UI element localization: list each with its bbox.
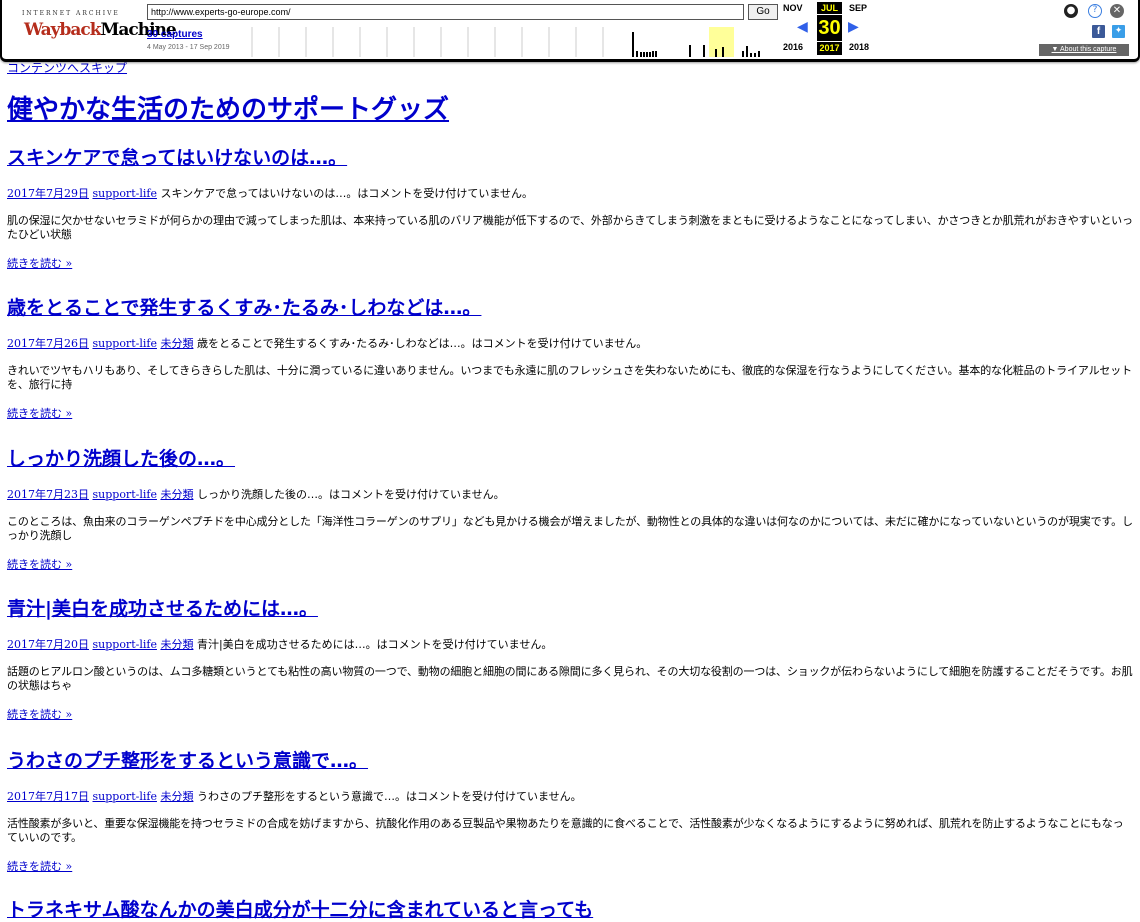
go-button[interactable]: Go xyxy=(748,4,778,20)
read-more-link[interactable]: 続きを読む » xyxy=(7,255,72,271)
read-more-link[interactable]: 続きを読む » xyxy=(7,706,72,722)
post-comment-note: 歳をとることで発生するくすみ･たるみ･しわなどは…。はコメントを受け付けていませ… xyxy=(196,337,648,350)
captures-range: 4 May 2013 - 17 Sep 2019 xyxy=(147,44,230,51)
post-comment-note: しっかり洗顔した後の…。はコメントを受け付けていません。 xyxy=(196,488,505,501)
next-capture-arrow-icon[interactable]: ▶ xyxy=(848,20,859,34)
post-category-link[interactable]: 未分類 xyxy=(160,337,193,350)
post-excerpt: このところは、魚由来のコラーゲンペプチドを中心成分とした「海洋性コラーゲンのサプ… xyxy=(7,515,1133,542)
sparkline-bars xyxy=(632,32,760,57)
post-author-link[interactable]: support-life xyxy=(93,638,157,651)
read-more-link[interactable]: 続きを読む » xyxy=(7,858,72,874)
post-date-link[interactable]: 2017年7月17日 xyxy=(7,790,89,803)
post-meta: 2017年7月26日 support-life 未分類 歳をとることで発生するく… xyxy=(7,336,1133,351)
post-author-link[interactable]: support-life xyxy=(93,790,157,803)
prev-capture-arrow-icon[interactable]: ◀ xyxy=(797,20,808,34)
post-date-link[interactable]: 2017年7月26日 xyxy=(7,337,89,350)
post-date-link[interactable]: 2017年7月20日 xyxy=(7,638,89,651)
post-meta: 2017年7月29日 support-life スキンケアで怠ってはいけないのは… xyxy=(7,186,1133,201)
facebook-icon[interactable]: f xyxy=(1092,25,1105,38)
close-icon[interactable]: ✕ xyxy=(1110,4,1124,18)
sparkline-highlight xyxy=(709,27,734,57)
sparkline-year-gridlines xyxy=(251,27,604,57)
wayback-logo-part1: Wayback xyxy=(24,20,102,40)
twitter-icon[interactable]: ✦ xyxy=(1112,25,1125,38)
post-meta: 2017年7月20日 support-life 未分類 青汁|美白を成功させるた… xyxy=(7,637,1133,652)
read-more-link[interactable]: 続きを読む » xyxy=(7,405,72,421)
post: しっかり洗顔した後の…。 2017年7月23日 support-life 未分類… xyxy=(7,447,1133,572)
url-input[interactable] xyxy=(147,4,744,20)
post: 歳をとることで発生するくすみ･たるみ･しわなどは…。 2017年7月26日 su… xyxy=(7,296,1133,421)
post-date-link[interactable]: 2017年7月29日 xyxy=(7,187,89,200)
post-category-link[interactable]: 未分類 xyxy=(160,790,193,803)
post: うわさのプチ整形をするという意識で…。 2017年7月17日 support-l… xyxy=(7,749,1133,874)
post-category-link[interactable]: 未分類 xyxy=(160,638,193,651)
site-title[interactable]: 健やかな生活のためのサポートグッズ xyxy=(7,89,449,126)
post-title[interactable]: 青汁|美白を成功させるためには…。 xyxy=(7,597,1133,621)
user-icon[interactable]: ● xyxy=(1064,4,1078,18)
internet-archive-label: INTERNET ARCHIVE xyxy=(22,10,120,17)
captures-link[interactable]: 30 captures xyxy=(147,29,203,40)
post-comment-note: スキンケアで怠ってはいけないのは…。はコメントを受け付けていません。 xyxy=(160,187,534,200)
post-date-link[interactable]: 2017年7月23日 xyxy=(7,488,89,501)
post: トラネキサム酸なんかの美白成分が十二分に含まれていると言っても xyxy=(7,898,1133,922)
post-meta: 2017年7月17日 support-life 未分類 うわさのプチ整形をすると… xyxy=(7,789,1133,804)
post: スキンケアで怠ってはいけないのは…。 2017年7月29日 support-li… xyxy=(7,146,1133,271)
post-author-link[interactable]: support-life xyxy=(93,187,157,200)
day-current: 30 xyxy=(817,15,842,41)
post-category-link[interactable]: 未分類 xyxy=(160,488,193,501)
post-excerpt: きれいでツヤもハリもあり、そしてきらきらした肌は、十分に潤っているに違いありませ… xyxy=(7,364,1132,391)
year-next[interactable]: 2018 xyxy=(849,42,869,52)
about-capture-link[interactable]: ▼ About this capture xyxy=(1039,44,1129,56)
month-next[interactable]: SEP xyxy=(849,3,867,13)
year-prev[interactable]: 2016 xyxy=(783,42,803,52)
post-meta: 2017年7月23日 support-life 未分類 しっかり洗顔した後の…。… xyxy=(7,487,1133,502)
post-comment-note: うわさのプチ整形をするという意識で…。はコメントを受け付けていません。 xyxy=(196,790,582,803)
read-more-link[interactable]: 続きを読む » xyxy=(7,556,72,572)
post-title[interactable]: うわさのプチ整形をするという意識で…。 xyxy=(7,749,1133,773)
wayback-toolbar: INTERNET ARCHIVE WaybackMachine Go 30 ca… xyxy=(0,0,1140,62)
month-prev[interactable]: NOV xyxy=(783,3,803,13)
post-excerpt: 活性酸素が多いと、重要な保湿機能を持つセラミドの合成を妨げますから、抗酸化作用の… xyxy=(7,817,1124,844)
post-excerpt: 肌の保湿に欠かせないセラミドが何らかの理由で減ってしまった肌は、本来持っている肌… xyxy=(7,214,1133,241)
help-icon[interactable]: ? xyxy=(1088,4,1102,18)
post-author-link[interactable]: support-life xyxy=(93,337,157,350)
capture-sparkline[interactable] xyxy=(242,27,780,57)
post: 青汁|美白を成功させるためには…。 2017年7月20日 support-lif… xyxy=(7,597,1133,722)
post-title[interactable]: しっかり洗顔した後の…。 xyxy=(7,447,1133,471)
post-comment-note: 青汁|美白を成功させるためには…。はコメントを受け付けていません。 xyxy=(196,638,553,651)
year-current: 2017 xyxy=(817,42,842,55)
post-title[interactable]: 歳をとることで発生するくすみ･たるみ･しわなどは…。 xyxy=(7,296,1133,320)
post-excerpt: 話題のヒアルロン酸というのは、ムコ多糖類というとても粘性の高い物質の一つで、動物… xyxy=(7,665,1133,692)
month-current: JUL xyxy=(817,2,842,14)
post-title[interactable]: トラネキサム酸なんかの美白成分が十二分に含まれていると言っても xyxy=(7,898,1133,922)
post-title[interactable]: スキンケアで怠ってはいけないのは…。 xyxy=(7,146,1133,170)
post-author-link[interactable]: support-life xyxy=(93,488,157,501)
